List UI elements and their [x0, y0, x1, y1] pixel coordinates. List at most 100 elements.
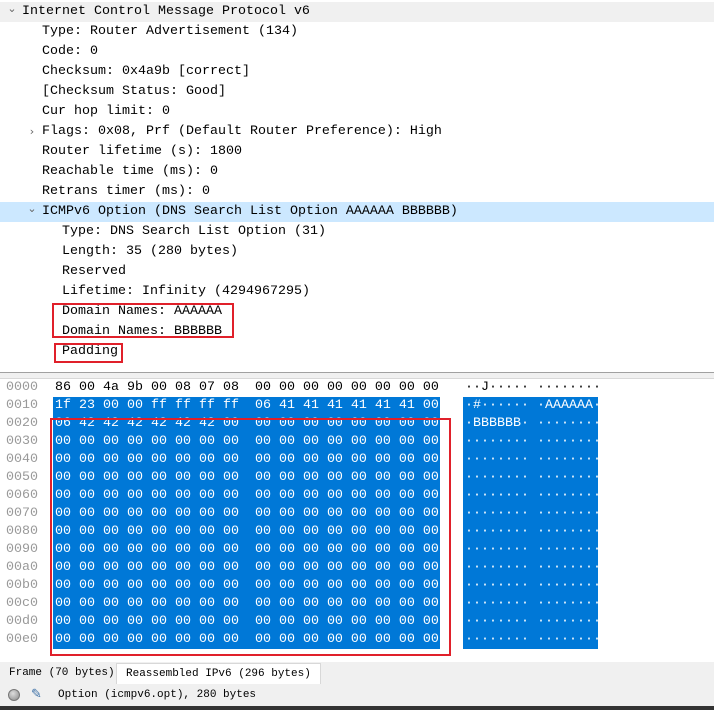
tree-item-label: Code: 0 — [42, 44, 98, 59]
tab-reassembled-ipv6[interactable]: Reassembled IPv6 (296 bytes) — [116, 663, 321, 684]
tree-item-label: Type: Router Advertisement (134) — [42, 24, 298, 39]
tree-item[interactable]: ⌄ ICMPv6 Option (DNS Search List Option A… — [0, 202, 714, 222]
status-bar: ✎ Option (icmpv6.opt), 280 bytes — [0, 684, 714, 706]
tree-item[interactable]: Reachable time (ms): 0 — [0, 162, 714, 182]
tree-item-label: Type: DNS Search List Option (31) — [62, 224, 326, 239]
tree-item[interactable]: Domain Names: AAAAAA — [0, 302, 714, 322]
hex-bytes: 00 00 00 00 00 00 00 00 00 00 00 00 00 0… — [53, 523, 440, 541]
tree-item[interactable]: Reserved — [0, 262, 714, 282]
hex-row[interactable]: 00a0 00 00 00 00 00 00 00 00 00 00 00 00 … — [0, 559, 714, 577]
tree-item[interactable]: Router lifetime (s): 1800 — [0, 142, 714, 162]
hex-row[interactable]: 0060 00 00 00 00 00 00 00 00 00 00 00 00 … — [0, 487, 714, 505]
tree-item[interactable]: Cur hop limit: 0 — [0, 102, 714, 122]
hex-offset: 00d0 — [6, 614, 38, 629]
chevron-down-icon[interactable]: ⌄ — [26, 202, 38, 216]
hex-ascii: ········ ········ — [463, 433, 601, 451]
hex-row[interactable]: 0050 00 00 00 00 00 00 00 00 00 00 00 00 … — [0, 469, 714, 487]
hex-ascii: ········ ········ — [463, 595, 601, 613]
tree-item[interactable]: Lifetime: Infinity (4294967295) — [0, 282, 714, 302]
hex-row[interactable]: 00d0 00 00 00 00 00 00 00 00 00 00 00 00 … — [0, 613, 714, 631]
hex-offset: 00b0 — [6, 578, 38, 593]
hex-ascii: ········ ········ — [463, 577, 601, 595]
hex-ascii: ·#······ ·AAAAAA· — [463, 397, 601, 415]
tree-item-label: Reachable time (ms): 0 — [42, 164, 218, 179]
hex-row[interactable]: 00e0 00 00 00 00 00 00 00 00 00 00 00 00 … — [0, 631, 714, 649]
tree-item-label: Flags: 0x08, Prf (Default Router Prefere… — [42, 124, 442, 139]
hex-ascii: ········ ········ — [463, 505, 601, 523]
hex-offset: 0090 — [6, 542, 38, 557]
status-text: Option (icmpv6.opt), 280 bytes — [58, 689, 257, 701]
hex-offset: 0010 — [6, 398, 38, 413]
hex-ascii: ··J····· ········ — [465, 380, 601, 395]
packet-bytes-pane: 0000 86 00 4a 9b 00 08 07 08 00 00 00 00 … — [0, 379, 714, 649]
edit-comment-icon[interactable]: ✎ — [31, 687, 42, 703]
tree-item-label: Cur hop limit: 0 — [42, 104, 170, 119]
tree-item[interactable]: › Flags: 0x08, Prf (Default Router Prefer… — [0, 122, 714, 142]
hex-row[interactable]: 00c0 00 00 00 00 00 00 00 00 00 00 00 00 … — [0, 595, 714, 613]
hex-ascii: ·BBBBBB· ········ — [463, 415, 601, 433]
tree-item[interactable]: Type: DNS Search List Option (31) — [0, 222, 714, 242]
tree-item[interactable]: ⌄ Internet Control Message Protocol v6 — [0, 2, 714, 22]
hex-bytes: 00 00 00 00 00 00 00 00 00 00 00 00 00 0… — [53, 577, 440, 595]
hex-bytes: 06 42 42 42 42 42 42 00 00 00 00 00 00 0… — [53, 415, 440, 433]
tree-item-label: Retrans timer (ms): 0 — [42, 184, 210, 199]
hex-bytes: 00 00 00 00 00 00 00 00 00 00 00 00 00 0… — [53, 559, 440, 577]
hex-ascii: ········ ········ — [463, 631, 601, 649]
hex-bytes: 86 00 4a 9b 00 08 07 08 00 00 00 00 00 0… — [55, 380, 439, 395]
hex-bytes: 00 00 00 00 00 00 00 00 00 00 00 00 00 0… — [53, 631, 440, 649]
hex-offset: 00e0 — [6, 632, 38, 647]
hex-offset: 0060 — [6, 488, 38, 503]
hex-offset: 00a0 — [6, 560, 38, 575]
chevron-right-icon[interactable]: › — [26, 122, 38, 142]
expert-info-icon[interactable] — [8, 689, 20, 701]
hex-row[interactable]: 00b0 00 00 00 00 00 00 00 00 00 00 00 00 … — [0, 577, 714, 595]
hex-offset: 00c0 — [6, 596, 38, 611]
hex-ascii: ········ ········ — [463, 469, 601, 487]
tree-item[interactable]: Padding — [0, 342, 714, 362]
hex-offset: 0070 — [6, 506, 38, 521]
tree-item[interactable]: Retrans timer (ms): 0 — [0, 182, 714, 202]
hex-row[interactable]: 0020 06 42 42 42 42 42 42 00 00 00 00 00 … — [0, 415, 714, 433]
hex-row[interactable]: 0010 1f 23 00 00 ff ff ff ff 06 41 41 41 … — [0, 397, 714, 415]
tree-item-label: Internet Control Message Protocol v6 — [22, 4, 310, 19]
hex-row[interactable]: 0030 00 00 00 00 00 00 00 00 00 00 00 00 … — [0, 433, 714, 451]
tree-item[interactable]: Checksum: 0x4a9b [correct] — [0, 62, 714, 82]
hex-bytes: 00 00 00 00 00 00 00 00 00 00 00 00 00 0… — [53, 613, 440, 631]
hex-bytes: 00 00 00 00 00 00 00 00 00 00 00 00 00 0… — [53, 505, 440, 523]
hex-row[interactable]: 0090 00 00 00 00 00 00 00 00 00 00 00 00 … — [0, 541, 714, 559]
tree-item-label: Padding — [62, 344, 118, 359]
tree-item[interactable]: Length: 35 (280 bytes) — [0, 242, 714, 262]
hex-ascii: ········ ········ — [463, 451, 601, 469]
hex-row[interactable]: 0040 00 00 00 00 00 00 00 00 00 00 00 00 … — [0, 451, 714, 469]
bytes-tab-bar: Frame (70 bytes) Reassembled IPv6 (296 b… — [0, 662, 714, 684]
window-bottom-edge — [0, 706, 714, 710]
pane-splitter[interactable] — [0, 372, 714, 379]
hex-ascii: ········ ········ — [463, 487, 601, 505]
hex-ascii: ········ ········ — [463, 523, 601, 541]
hex-bytes: 00 00 00 00 00 00 00 00 00 00 00 00 00 0… — [53, 487, 440, 505]
tree-item[interactable]: Code: 0 — [0, 42, 714, 62]
tree-item-label: Checksum: 0x4a9b [correct] — [42, 64, 250, 79]
tree-item-label: Reserved — [62, 264, 126, 279]
hex-bytes: 00 00 00 00 00 00 00 00 00 00 00 00 00 0… — [53, 451, 440, 469]
hex-row[interactable]: 0080 00 00 00 00 00 00 00 00 00 00 00 00 … — [0, 523, 714, 541]
hex-offset: 0000 — [6, 380, 38, 395]
tree-item[interactable]: Type: Router Advertisement (134) — [0, 22, 714, 42]
chevron-down-icon[interactable]: ⌄ — [6, 2, 18, 16]
tree-item-label: Lifetime: Infinity (4294967295) — [62, 284, 310, 299]
tree-item-label: [Checksum Status: Good] — [42, 84, 226, 99]
tree-item-label: Length: 35 (280 bytes) — [62, 244, 238, 259]
tree-item-label: ICMPv6 Option (DNS Search List Option AA… — [42, 204, 458, 219]
tree-item[interactable]: Domain Names: BBBBBB — [0, 322, 714, 342]
tab-frame[interactable]: Frame (70 bytes) — [0, 663, 124, 683]
hex-bytes: 1f 23 00 00 ff ff ff ff 06 41 41 41 41 4… — [53, 397, 440, 415]
hex-offset: 0030 — [6, 434, 38, 449]
hex-bytes: 00 00 00 00 00 00 00 00 00 00 00 00 00 0… — [53, 595, 440, 613]
hex-bytes: 00 00 00 00 00 00 00 00 00 00 00 00 00 0… — [53, 433, 440, 451]
hex-ascii: ········ ········ — [463, 541, 601, 559]
hex-bytes: 00 00 00 00 00 00 00 00 00 00 00 00 00 0… — [53, 469, 440, 487]
tree-item[interactable]: [Checksum Status: Good] — [0, 82, 714, 102]
hex-row[interactable]: 0070 00 00 00 00 00 00 00 00 00 00 00 00 … — [0, 505, 714, 523]
hex-row[interactable]: 0000 86 00 4a 9b 00 08 07 08 00 00 00 00 … — [0, 379, 714, 397]
hex-bytes: 00 00 00 00 00 00 00 00 00 00 00 00 00 0… — [53, 541, 440, 559]
